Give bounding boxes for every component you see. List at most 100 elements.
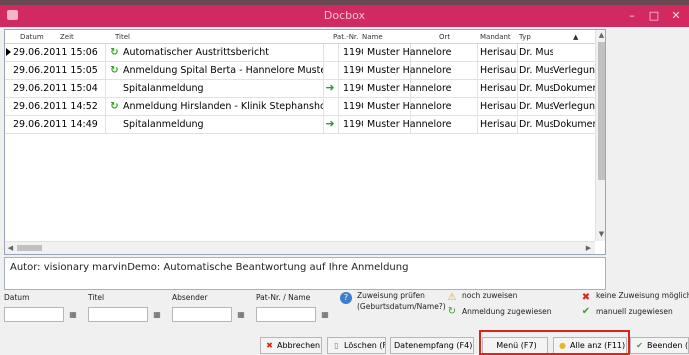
receive-label: Datenempfang (F4) bbox=[394, 341, 473, 350]
cancel-button[interactable]: ✖ Abbrechen bbox=[260, 337, 322, 354]
cell-ort: Herisau bbox=[480, 101, 516, 112]
table-row[interactable]: 29.06.2011 14:52 ↻ Anmeldung Hirslanden - … bbox=[5, 98, 595, 116]
cell-mandant: Dr. Must bbox=[519, 83, 553, 94]
lookup-icon[interactable]: ▦ bbox=[319, 308, 331, 321]
checkmark-icon: ✔ bbox=[636, 341, 643, 350]
finish-button[interactable]: ✔ Beenden (F10) bbox=[630, 337, 689, 354]
column-header-name[interactable]: Name bbox=[362, 33, 383, 41]
scroll-down-icon[interactable]: ▼ bbox=[596, 229, 605, 240]
legend-check-line1: Zuweisung prüfen bbox=[357, 291, 425, 300]
cell-ort: Herisau bbox=[480, 65, 516, 76]
sort-up-icon[interactable]: ▲ bbox=[573, 33, 578, 41]
cell-divider bbox=[338, 80, 339, 98]
title-bar[interactable]: Docbox – □ ✕ bbox=[0, 5, 689, 27]
cell-mandant: Dr. Must bbox=[519, 101, 553, 112]
legend-pending-line1: noch zuweisen bbox=[462, 291, 518, 300]
delete-button[interactable]: ▯ Löschen (F3) bbox=[327, 337, 386, 354]
current-row-indicator-icon bbox=[6, 48, 11, 56]
cell-divider bbox=[477, 80, 478, 98]
cell-divider bbox=[105, 44, 106, 62]
cell-divider bbox=[338, 98, 339, 116]
preview-pane: Autor: visionary marvinDemo: Automatisch… bbox=[4, 257, 606, 290]
recycle-icon: ↻ bbox=[447, 306, 457, 317]
scroll-up-icon[interactable]: ▲ bbox=[596, 30, 605, 41]
cell-divider bbox=[323, 44, 324, 62]
cell-title: Anmeldung Spital Berta - Hannelore Muste… bbox=[123, 65, 323, 76]
scroll-thumb[interactable] bbox=[598, 42, 605, 180]
legend-check: ? Zuweisung prüfen (Geburtsdatum/Name?) bbox=[340, 291, 446, 319]
column-header-datum[interactable]: Datum bbox=[20, 33, 44, 41]
filter-label-pat-name: Pat-Nr. / Name bbox=[256, 293, 311, 302]
lookup-icon[interactable]: ▦ bbox=[151, 308, 163, 321]
red-x-icon: ✖ bbox=[581, 292, 591, 303]
cell-title: Spitalanmeldung bbox=[123, 83, 204, 94]
recycle-icon: ↻ bbox=[110, 101, 119, 112]
arrow-right-icon: ➜ bbox=[325, 118, 335, 130]
cell-divider bbox=[105, 62, 106, 80]
table-row[interactable]: 29.06.2011 14:49 Spitalanmeldung ➜ 1190 Must… bbox=[5, 116, 595, 134]
column-header-titel[interactable]: Titel bbox=[115, 33, 130, 41]
cell-typ: Dokumer bbox=[553, 83, 595, 94]
cell-pat-nr: 1190 bbox=[343, 65, 363, 76]
cell-divider bbox=[105, 116, 106, 134]
date-filter-input[interactable] bbox=[4, 307, 64, 322]
filter-bar: Datum ▦ Titel ▦ Absender ▦ Pat-Nr. / Nam… bbox=[4, 293, 332, 333]
close-button[interactable]: ✕ bbox=[665, 7, 687, 24]
column-header-mandant[interactable]: Mandant bbox=[480, 33, 511, 41]
cell-typ: Verlegun bbox=[553, 65, 595, 76]
receive-data-button[interactable]: Datenempfang (F4) bbox=[390, 337, 474, 354]
cell-divider bbox=[338, 116, 339, 134]
horizontal-scrollbar[interactable]: ◀ ▶ bbox=[5, 241, 595, 254]
table-row[interactable]: 29.06.2011 15:04 Spitalanmeldung ➜ 1190 Must… bbox=[5, 80, 595, 98]
cell-pat-nr: 1190 bbox=[343, 83, 363, 94]
question-icon: ? bbox=[340, 292, 352, 304]
column-header-typ[interactable]: Typ bbox=[519, 33, 531, 41]
vertical-scrollbar[interactable]: ▲ ▼ bbox=[595, 30, 605, 241]
cell-ort: Herisau bbox=[480, 119, 516, 130]
title-filter-input[interactable] bbox=[88, 307, 148, 322]
calendar-icon[interactable]: ▦ bbox=[67, 308, 79, 321]
window-title: Docbox bbox=[323, 9, 366, 22]
preview-text: Autor: visionary marvinDemo: Automatisch… bbox=[10, 262, 409, 273]
scroll-left-icon[interactable]: ◀ bbox=[5, 242, 16, 254]
cell-pat-nr: 1190 bbox=[343, 47, 363, 58]
cell-divider bbox=[477, 62, 478, 80]
trash-icon: ▯ bbox=[334, 341, 339, 350]
cell-datetime: 29.06.2011 14:52 bbox=[13, 101, 98, 112]
checkmark-icon: ✔ bbox=[581, 306, 591, 317]
cell-divider bbox=[477, 98, 478, 116]
maximize-button[interactable]: □ bbox=[643, 7, 665, 24]
cell-title: Spitalanmeldung bbox=[123, 119, 204, 130]
legend-none-line1: keine Zuweisung möglich bbox=[596, 291, 689, 300]
lookup-icon[interactable]: ▦ bbox=[235, 308, 247, 321]
cell-name: Muster Hannelore bbox=[367, 65, 452, 76]
legend-none-line2: manuell zugewiesen bbox=[596, 307, 673, 316]
table-row[interactable]: 29.06.2011 15:06 ↻ Automatischer Austritts… bbox=[5, 44, 595, 62]
sender-filter-input[interactable] bbox=[172, 307, 232, 322]
recycle-icon: ↻ bbox=[110, 47, 119, 58]
cell-datetime: 29.06.2011 14:49 bbox=[13, 119, 98, 130]
document-grid[interactable]: Datum Zeit Titel Pat.-Nr. Name Ort Manda… bbox=[4, 29, 606, 255]
cell-divider bbox=[477, 44, 478, 62]
table-row[interactable]: 29.06.2011 15:05 ↻ Anmeldung Spital Berta … bbox=[5, 62, 595, 80]
grid-body: 29.06.2011 15:06 ↻ Automatischer Austritts… bbox=[5, 44, 595, 241]
cancel-icon: ✖ bbox=[266, 341, 273, 350]
patient-filter-input[interactable] bbox=[256, 307, 316, 322]
column-header-ort[interactable]: Ort bbox=[439, 33, 450, 41]
cell-divider bbox=[105, 80, 106, 98]
filter-label-titel: Titel bbox=[88, 293, 105, 302]
scroll-right-icon[interactable]: ▶ bbox=[583, 242, 594, 254]
h-scroll-thumb[interactable] bbox=[17, 245, 42, 251]
cell-ort: Herisau bbox=[480, 47, 516, 58]
recycle-icon: ↻ bbox=[110, 65, 119, 76]
filter-label-datum: Datum bbox=[4, 293, 30, 302]
cell-mandant: Dr. Must bbox=[519, 65, 553, 76]
column-header-zeit[interactable]: Zeit bbox=[60, 33, 74, 41]
minimize-button[interactable]: – bbox=[621, 7, 643, 24]
cell-name: Muster Hannelore bbox=[367, 101, 452, 112]
column-header-pat-nr[interactable]: Pat.-Nr. bbox=[333, 33, 358, 41]
cell-divider bbox=[338, 44, 339, 62]
cell-divider bbox=[517, 44, 518, 62]
cell-title: Anmeldung Hirslanden - Klinik Stephansho… bbox=[123, 101, 323, 112]
arrow-right-icon: ➜ bbox=[325, 82, 335, 94]
